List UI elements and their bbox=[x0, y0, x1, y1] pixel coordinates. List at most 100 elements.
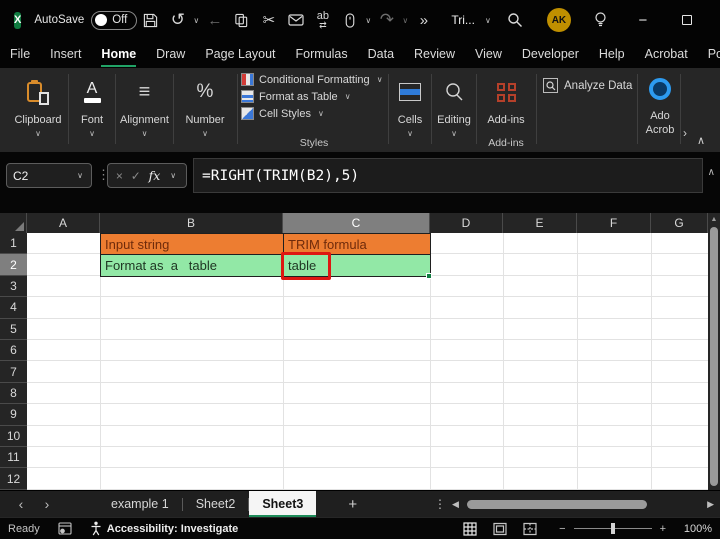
cells-group[interactable]: Cells ∨ bbox=[389, 72, 431, 138]
column-header-a[interactable]: A bbox=[27, 213, 100, 233]
zoom-in-button[interactable]: + bbox=[660, 523, 666, 535]
tab-view[interactable]: View bbox=[465, 42, 512, 66]
zoom-slider-thumb[interactable] bbox=[611, 523, 615, 534]
alignment-group[interactable]: ≡ Alignment ∨ bbox=[117, 72, 172, 138]
row-header-5[interactable]: 5 bbox=[0, 319, 27, 340]
number-expand-icon[interactable]: ∨ bbox=[202, 129, 208, 138]
grid-row[interactable] bbox=[27, 404, 708, 425]
row-header-8[interactable]: 8 bbox=[0, 383, 27, 404]
row-header-10[interactable]: 10 bbox=[0, 426, 27, 447]
acrobat-addin-button[interactable]: Ado Acrob bbox=[640, 72, 680, 138]
row-header-1[interactable]: 1 bbox=[0, 233, 27, 254]
replace-button[interactable]: ab⇄ bbox=[309, 5, 336, 35]
name-box-dropdown-icon[interactable]: ∨ bbox=[75, 171, 85, 180]
name-box[interactable]: C2 ∨ bbox=[6, 163, 92, 188]
editing-expand-icon[interactable]: ∨ bbox=[451, 129, 457, 138]
scroll-left-icon[interactable]: ◀ bbox=[452, 499, 459, 510]
grid-row[interactable] bbox=[27, 297, 708, 318]
copy-button[interactable] bbox=[228, 5, 255, 35]
row-header-7[interactable]: 7 bbox=[0, 361, 27, 382]
save-button[interactable] bbox=[137, 5, 164, 35]
touch-mode-button[interactable] bbox=[336, 5, 363, 35]
horizontal-scroll-thumb[interactable] bbox=[467, 500, 647, 509]
column-header-b[interactable]: B bbox=[100, 213, 283, 233]
insert-function-button[interactable]: fx bbox=[149, 168, 161, 183]
tab-developer[interactable]: Developer bbox=[512, 42, 589, 66]
sheet-tab-sheet2[interactable]: Sheet2 bbox=[183, 491, 249, 518]
grid-row[interactable] bbox=[27, 319, 708, 340]
row-header-3[interactable]: 3 bbox=[0, 276, 27, 297]
zoom-level[interactable]: 100% bbox=[676, 523, 712, 535]
grid-row[interactable] bbox=[27, 468, 708, 490]
tab-draw[interactable]: Draw bbox=[146, 42, 195, 66]
grid-row[interactable] bbox=[27, 447, 708, 468]
autosave-toggle[interactable]: Off bbox=[91, 11, 137, 30]
vertical-scroll-thumb[interactable] bbox=[710, 227, 718, 486]
tab-data[interactable]: Data bbox=[358, 42, 404, 66]
analyze-data-button[interactable]: Analyze Data bbox=[543, 78, 632, 93]
sheet-tab-sheet3-active[interactable]: Sheet3 bbox=[249, 491, 316, 518]
editing-group[interactable]: Editing ∨ bbox=[433, 72, 475, 138]
column-header-e[interactable]: E bbox=[503, 213, 577, 233]
grid-row[interactable] bbox=[27, 361, 708, 382]
tab-home[interactable]: Home bbox=[91, 42, 146, 66]
tab-power-pivot[interactable]: Power Pivot bbox=[698, 42, 720, 66]
vertical-scrollbar[interactable]: ▲ bbox=[708, 213, 720, 490]
cell-styles-button[interactable]: Cell Styles ∨ bbox=[241, 107, 387, 120]
sheet-nav-left-icon[interactable]: ‹ bbox=[8, 496, 34, 512]
number-group[interactable]: % Number ∨ bbox=[175, 72, 235, 138]
cell-b2[interactable]: Format as a table bbox=[100, 254, 284, 276]
autosave-control[interactable]: AutoSave Off bbox=[34, 11, 137, 30]
clipboard-group[interactable]: Clipboard ∨ bbox=[10, 72, 66, 138]
clipboard-expand-icon[interactable]: ∨ bbox=[35, 129, 41, 138]
column-header-c[interactable]: C bbox=[283, 213, 430, 233]
sheet-nav-right-icon[interactable]: › bbox=[34, 496, 60, 512]
grid-row[interactable] bbox=[27, 383, 708, 404]
page-break-view-icon[interactable] bbox=[523, 522, 537, 536]
zoom-out-button[interactable]: − bbox=[559, 523, 565, 535]
expand-formula-bar-icon[interactable]: ∧ bbox=[708, 167, 715, 178]
column-header-f[interactable]: F bbox=[577, 213, 651, 233]
touch-mode-dropdown[interactable]: ∨ bbox=[363, 16, 373, 25]
cells-expand-icon[interactable]: ∨ bbox=[407, 129, 413, 138]
column-header-g[interactable]: G bbox=[651, 213, 708, 233]
zoom-slider[interactable] bbox=[574, 528, 652, 529]
scroll-up-icon[interactable]: ▲ bbox=[708, 213, 720, 223]
page-layout-view-icon[interactable] bbox=[493, 522, 507, 536]
row-header-9[interactable]: 9 bbox=[0, 404, 27, 425]
tab-review[interactable]: Review bbox=[404, 42, 465, 66]
addins-button[interactable]: Add-ins bbox=[478, 72, 534, 126]
column-header-d[interactable]: D bbox=[430, 213, 503, 233]
scroll-right-icon[interactable]: ▶ bbox=[707, 499, 714, 510]
tab-file[interactable]: File bbox=[0, 42, 40, 66]
grid-row[interactable] bbox=[27, 340, 708, 361]
macro-record-button[interactable] bbox=[58, 522, 72, 535]
new-sheet-button[interactable]: + bbox=[348, 496, 357, 513]
ribbon-overflow-button[interactable]: › bbox=[683, 126, 687, 140]
fx-dropdown-icon[interactable]: ∨ bbox=[168, 171, 178, 180]
document-title[interactable]: Tri... ∨ bbox=[451, 13, 493, 27]
minimize-button[interactable]: − bbox=[621, 0, 665, 40]
cell-b1[interactable]: Input string bbox=[100, 233, 284, 255]
email-button[interactable] bbox=[282, 5, 309, 35]
formula-input[interactable]: =RIGHT(TRIM(B2),5) bbox=[193, 158, 703, 193]
font-group[interactable]: A Font ∨ bbox=[70, 72, 114, 138]
tips-button[interactable] bbox=[581, 5, 621, 35]
tab-formulas[interactable]: Formulas bbox=[286, 42, 358, 66]
close-button[interactable]: × bbox=[709, 0, 720, 40]
avatar[interactable]: AK bbox=[547, 8, 571, 32]
row-header-11[interactable]: 11 bbox=[0, 447, 27, 468]
maximize-button[interactable] bbox=[665, 0, 709, 40]
qat-overflow-button[interactable]: » bbox=[410, 5, 437, 35]
normal-view-icon[interactable] bbox=[463, 522, 477, 536]
cut-button[interactable]: ✂ bbox=[255, 5, 282, 35]
format-as-table-button[interactable]: Format as Table ∨ bbox=[241, 90, 387, 103]
search-button[interactable] bbox=[493, 5, 537, 35]
tab-page-layout[interactable]: Page Layout bbox=[195, 42, 285, 66]
sheet-tab-example1[interactable]: example 1 bbox=[98, 491, 182, 518]
grid-row[interactable] bbox=[27, 426, 708, 447]
font-expand-icon[interactable]: ∨ bbox=[89, 129, 95, 138]
undo-dropdown[interactable]: ∨ bbox=[191, 16, 201, 25]
row-header-2[interactable]: 2 bbox=[0, 254, 27, 275]
undo-button[interactable]: ↺ bbox=[164, 5, 191, 35]
